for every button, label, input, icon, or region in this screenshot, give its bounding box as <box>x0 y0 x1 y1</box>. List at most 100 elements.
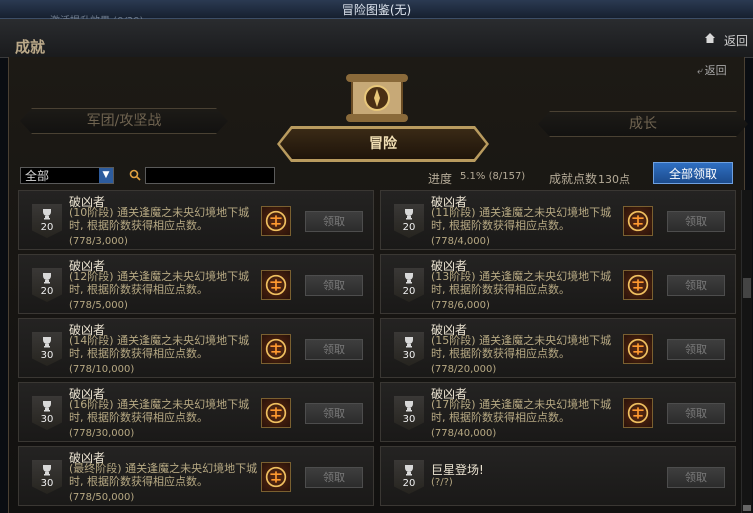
achievement-points-badge: 30 <box>32 396 62 430</box>
achievement-progress: (778/5,000) <box>69 300 128 311</box>
achievement-points: 20 <box>40 222 54 233</box>
achievement-progress: (778/10,000) <box>69 364 135 375</box>
achievement-card: 30 破凶者 (17阶段) 通关逢魔之未央幻境地下城时, 根据阶数获得相应点数。… <box>380 382 736 442</box>
achievement-progress: (?/?) <box>431 477 453 488</box>
category-filter-select[interactable]: 全部 ▼ <box>20 167 114 184</box>
trophy-icon <box>43 337 51 348</box>
trophy-icon <box>43 209 51 220</box>
achievement-points: 30 <box>40 414 54 425</box>
reward-emblem-icon[interactable] <box>261 462 291 492</box>
achievement-card: 20 巨星登场! (?/?) 领取 <box>380 446 736 506</box>
trophy-icon <box>405 401 413 412</box>
achievement-progress: (778/40,000) <box>431 428 497 439</box>
tab-growth[interactable]: 成长 <box>538 111 748 137</box>
achievement-description: (14阶段) 通关逢魔之未央幻境地下城时, 根据阶数获得相应点数。 <box>69 334 250 360</box>
achievement-description: (15阶段) 通关逢魔之未央幻境地下城时, 根据阶数获得相应点数。 <box>431 334 612 360</box>
achievement-description: (12阶段) 通关逢魔之未央幻境地下城时, 根据阶数获得相应点数。 <box>69 270 250 296</box>
chevron-down-icon[interactable]: ▼ <box>99 168 113 183</box>
achievement-progress: (778/50,000) <box>69 492 135 503</box>
achievement-progress: (778/6,000) <box>431 300 490 311</box>
achievement-points-badge: 20 <box>394 268 424 302</box>
category-filter-value: 全部 <box>25 169 50 183</box>
achievement-points-badge: 30 <box>394 332 424 366</box>
achievement-points: 20 <box>402 286 416 297</box>
reward-emblem-icon[interactable] <box>261 206 291 236</box>
achievement-description: (最终阶段) 通关逢魔之未央幻境地下城时, 根据阶数获得相应点数。 <box>69 462 258 488</box>
achievement-card: 30 破凶者 (14阶段) 通关逢魔之未央幻境地下城时, 根据阶数获得相应点数。… <box>18 318 374 378</box>
achievement-points: 20 <box>402 222 416 233</box>
claim-button[interactable]: 领取 <box>667 275 725 296</box>
reward-emblem-icon[interactable] <box>261 334 291 364</box>
reward-emblem-icon[interactable] <box>623 270 653 300</box>
window-title-bar: 激活提升效果 (0/30) 冒险图鉴(无) <box>0 0 753 27</box>
achievement-card: 20 破凶者 (11阶段) 通关逢魔之未央幻境地下城时, 根据阶数获得相应点数。… <box>380 190 736 250</box>
achievement-points-badge: 20 <box>394 204 424 238</box>
achievement-progress: (778/30,000) <box>69 428 135 439</box>
achievement-card: 20 破凶者 (10阶段) 通关逢魔之未央幻境地下城时, 根据阶数获得相应点数。… <box>18 190 374 250</box>
search-icon <box>129 169 141 181</box>
scrollbar-thumb[interactable] <box>743 278 751 298</box>
trophy-icon <box>405 209 413 220</box>
achievement-points-badge: 20 <box>394 460 424 494</box>
claim-button[interactable]: 领取 <box>305 275 363 296</box>
claim-button[interactable]: 领取 <box>305 467 363 488</box>
scrollbar[interactable] <box>741 190 752 513</box>
achievement-points: 20 <box>402 478 416 489</box>
progress-label: 进度 <box>428 172 453 186</box>
panel-back-label: 返回 <box>704 64 727 77</box>
claim-button[interactable]: 领取 <box>305 403 363 424</box>
reward-emblem-icon[interactable] <box>261 270 291 300</box>
achievement-points: 30 <box>40 478 54 489</box>
reward-emblem-icon[interactable] <box>623 334 653 364</box>
achievement-points-badge: 30 <box>394 396 424 430</box>
achievement-points-badge: 30 <box>32 332 62 366</box>
claim-button[interactable]: 领取 <box>305 211 363 232</box>
trophy-icon <box>405 465 413 476</box>
search-input[interactable] <box>145 167 275 184</box>
claim-all-button[interactable]: 全部领取 <box>653 162 733 184</box>
achievement-list: 20 破凶者 (10阶段) 通关逢魔之未央幻境地下城时, 根据阶数获得相应点数。… <box>18 190 738 513</box>
trophy-icon <box>405 337 413 348</box>
reward-emblem-icon[interactable] <box>261 398 291 428</box>
achievement-points: 30 <box>402 414 416 425</box>
achievement-card: 20 破凶者 (12阶段) 通关逢魔之未央幻境地下城时, 根据阶数获得相应点数。… <box>18 254 374 314</box>
scroll-down-arrow[interactable] <box>743 505 751 511</box>
progress-value: 5.1% (8/157) <box>460 171 526 182</box>
tab-adventure[interactable]: 冒险 <box>280 129 486 159</box>
home-icon[interactable] <box>704 32 716 44</box>
achievement-points-badge: 20 <box>32 204 62 238</box>
achievement-card: 30 破凶者 (最终阶段) 通关逢魔之未央幻境地下城时, 根据阶数获得相应点数。… <box>18 446 374 506</box>
return-icon: ⤶ <box>697 66 703 77</box>
reward-emblem-icon[interactable] <box>623 398 653 428</box>
trophy-icon <box>43 273 51 284</box>
achievement-description: (17阶段) 通关逢魔之未央幻境地下城时, 根据阶数获得相应点数。 <box>431 398 612 424</box>
claim-button[interactable]: 领取 <box>667 211 725 232</box>
achievement-name: 巨星登场! <box>431 463 484 477</box>
achievement-points-badge: 30 <box>32 460 62 494</box>
achievement-card: 30 破凶者 (15阶段) 通关逢魔之未央幻境地下城时, 根据阶数获得相应点数。… <box>380 318 736 378</box>
achievement-description: (13阶段) 通关逢魔之未央幻境地下城时, 根据阶数获得相应点数。 <box>431 270 612 296</box>
claim-button[interactable]: 领取 <box>667 339 725 360</box>
achievement-progress: (778/20,000) <box>431 364 497 375</box>
trophy-icon <box>43 465 51 476</box>
points-label: 成就点数 <box>549 172 598 186</box>
trophy-icon <box>405 273 413 284</box>
achievement-description: (10阶段) 通关逢魔之未央幻境地下城时, 根据阶数获得相应点数。 <box>69 206 250 232</box>
achievement-points: 20 <box>40 286 54 297</box>
points-value: 130点 <box>598 173 630 186</box>
reward-emblem-icon[interactable] <box>623 206 653 236</box>
tab-legion[interactable]: 军团/攻坚战 <box>20 108 228 134</box>
achievement-points: 30 <box>40 350 54 361</box>
achievement-points: 30 <box>402 350 416 361</box>
trophy-icon <box>43 401 51 412</box>
claim-button[interactable]: 领取 <box>667 403 725 424</box>
claim-button[interactable]: 领取 <box>305 339 363 360</box>
panel-back-button[interactable]: ⤶ 返回 <box>697 62 727 78</box>
claim-button[interactable]: 领取 <box>667 467 725 488</box>
back-button[interactable]: 返回 <box>724 32 748 49</box>
achievement-description: (11阶段) 通关逢魔之未央幻境地下城时, 根据阶数获得相应点数。 <box>431 206 612 232</box>
achievement-points-badge: 20 <box>32 268 62 302</box>
achievement-card: 20 破凶者 (13阶段) 通关逢魔之未央幻境地下城时, 根据阶数获得相应点数。… <box>380 254 736 314</box>
scroll-emblem-icon <box>346 74 408 122</box>
window-title: 冒险图鉴(无) <box>341 3 412 17</box>
